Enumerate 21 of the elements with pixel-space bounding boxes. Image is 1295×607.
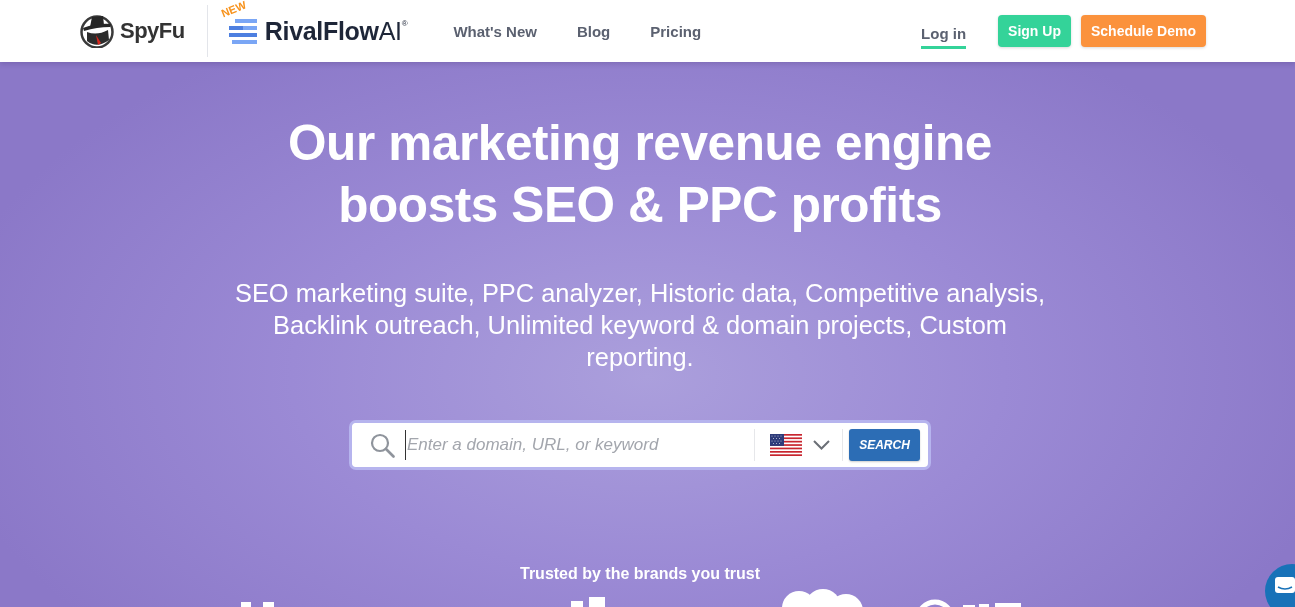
spy-logo-icon: [80, 14, 114, 48]
cloud-logo-icon: [780, 589, 865, 607]
brand-logo-icon: [241, 602, 274, 607]
stripes-logo-icon: [228, 18, 257, 44]
chat-icon[interactable]: [1264, 563, 1295, 607]
brand-logo-icon: [963, 603, 1021, 607]
nav-link[interactable]: Pricing: [650, 22, 702, 40]
nav-link[interactable]: Blog: [576, 22, 611, 40]
trusted-label: Trusted by the brands you trust: [520, 564, 760, 584]
chevron-down-icon: [813, 440, 830, 450]
search-icon: [370, 432, 395, 458]
new-label: NEW: [219, 0, 248, 19]
login-link[interactable]: Log in: [921, 19, 967, 49]
flag-icon: [770, 434, 802, 456]
partner-logo-text: RivalFlowAI$^{®}$: [264, 16, 408, 46]
subtitle: SEO marketing suite, PPC analyzer, Historic data, Competitive analysis, Backlink outreach, Unlimited keyword & domain projects, Custom reporting.: [234, 278, 1046, 373]
nav-link[interactable]: What's New: [453, 22, 537, 40]
brand-logo-icon: [571, 597, 605, 607]
logo-text: SpyFu: [120, 18, 185, 44]
search-button[interactable]: SEARCH: [849, 429, 920, 461]
headline: Our marketing revenue engine boosts SEO & PPC profits: [287, 114, 993, 234]
